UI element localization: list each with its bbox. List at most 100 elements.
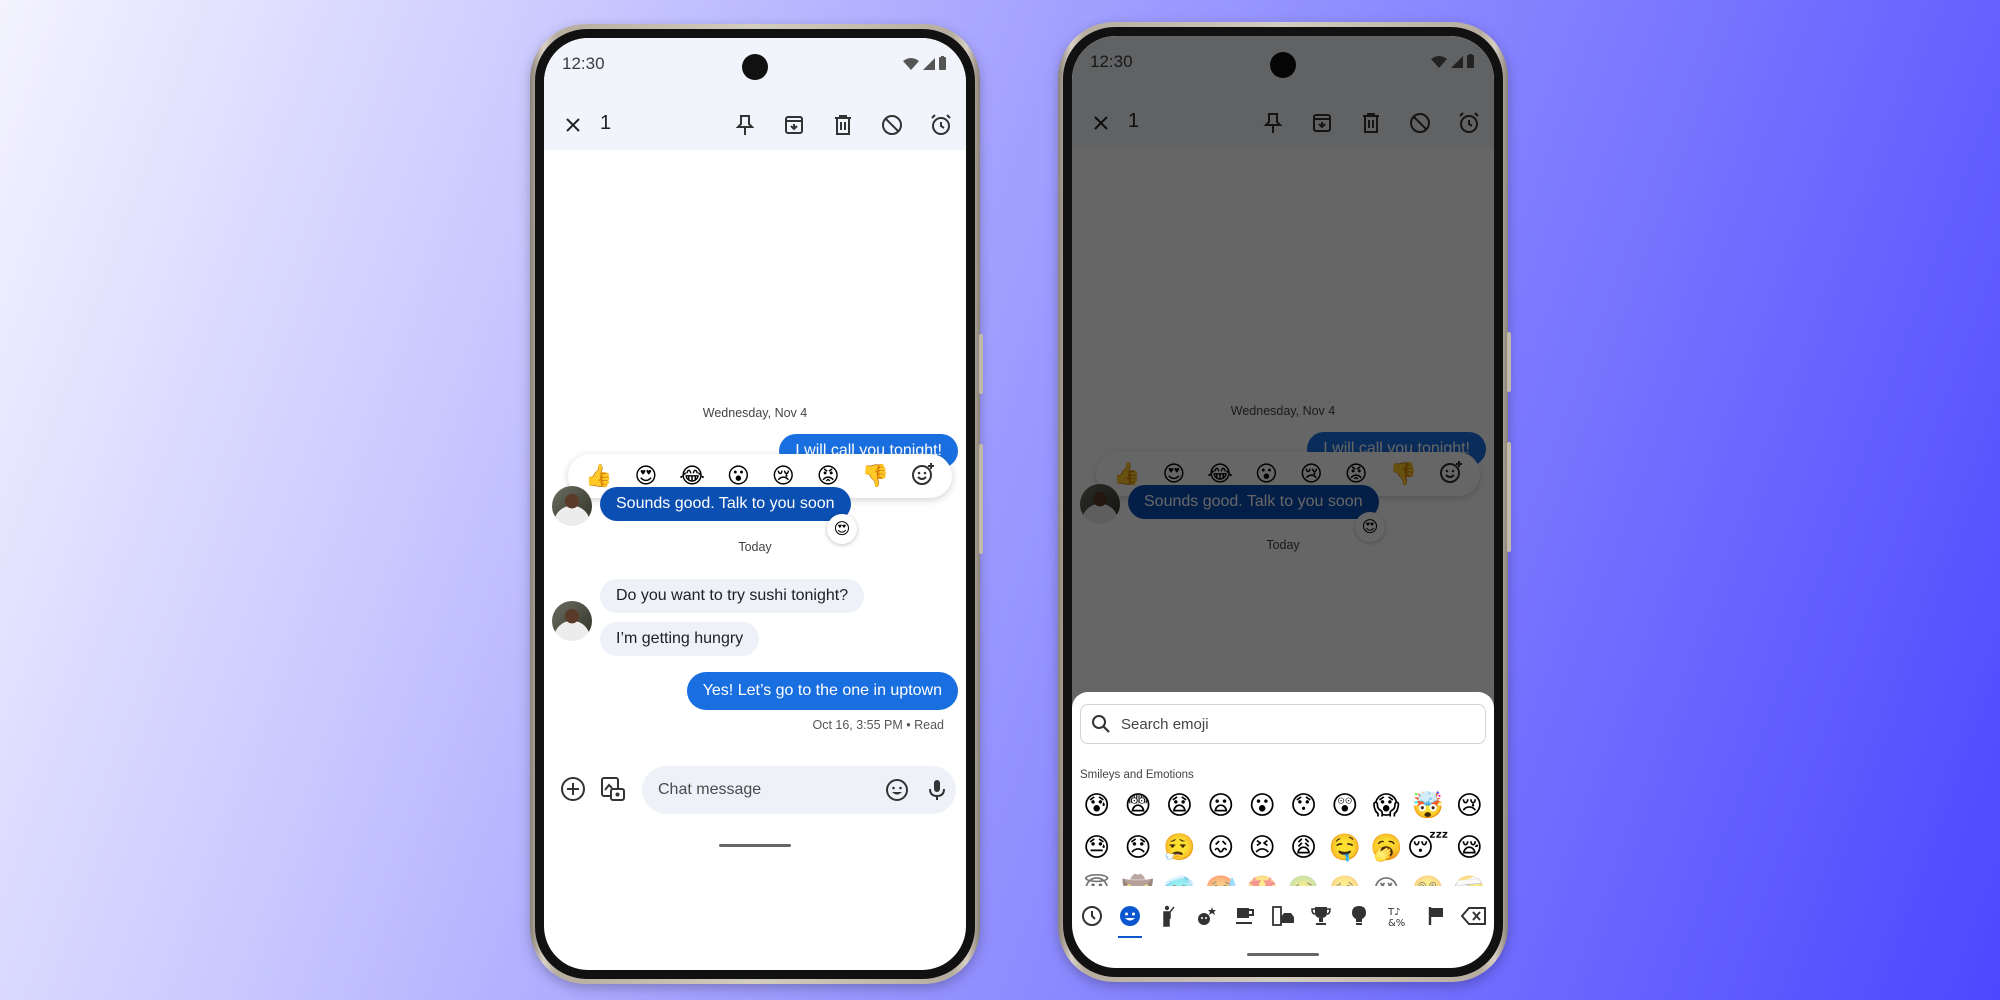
emoji-cell[interactable]: 😱 bbox=[1366, 788, 1407, 822]
emoji-cell[interactable]: 🤤 bbox=[1324, 830, 1365, 864]
emoji-cell[interactable]: 🥱 bbox=[1366, 830, 1407, 864]
coffee-cup-icon bbox=[1235, 908, 1254, 924]
clock-icon bbox=[1082, 906, 1102, 926]
date-separator: Today bbox=[738, 540, 772, 554]
tab-activities[interactable] bbox=[1305, 900, 1337, 932]
tab-people[interactable] bbox=[1152, 900, 1184, 932]
tab-flags[interactable] bbox=[1420, 900, 1452, 932]
gesture-nav-handle[interactable] bbox=[719, 844, 791, 847]
contact-avatar[interactable] bbox=[552, 486, 592, 526]
snooze-button[interactable] bbox=[926, 110, 956, 140]
emoji-cell[interactable]: 🤩 bbox=[1241, 872, 1282, 886]
message-status: Oct 16, 3:55 PM • Read bbox=[812, 718, 944, 732]
message-bubble-incoming[interactable]: Do you want to try sushi tonight? bbox=[600, 579, 865, 613]
emoji-cell[interactable]: 😦 bbox=[1200, 788, 1241, 822]
contact-avatar[interactable] bbox=[552, 601, 592, 641]
emoji-cell[interactable]: 🥶 bbox=[1159, 872, 1200, 886]
backspace-button[interactable] bbox=[1458, 900, 1490, 932]
pin-button[interactable] bbox=[730, 110, 760, 140]
emoji-cell[interactable]: 😵‍💫 bbox=[1407, 872, 1449, 886]
emoji-cell[interactable]: 😮‍💨 bbox=[1159, 830, 1200, 864]
add-emoji-icon bbox=[911, 463, 934, 485]
emoji-category-tabs: T♪ &% bbox=[1076, 896, 1490, 938]
add-reaction-button[interactable] bbox=[911, 462, 935, 490]
delete-button[interactable] bbox=[828, 110, 858, 140]
emoji-cell[interactable]: 🥴 bbox=[1324, 872, 1365, 886]
right-phone: 12:30 1 bbox=[1058, 22, 1511, 982]
emoji-button[interactable] bbox=[882, 775, 912, 805]
power-button bbox=[979, 334, 983, 394]
emoji-cell[interactable]: 😖 bbox=[1200, 830, 1241, 864]
emoji-search-field[interactable] bbox=[1080, 704, 1486, 744]
svg-text:T♪: T♪ bbox=[1387, 907, 1401, 918]
reaction-sad[interactable]: 😢 bbox=[772, 465, 795, 487]
composer bbox=[544, 766, 966, 826]
svg-text:&%: &% bbox=[1388, 918, 1405, 927]
tab-smileys[interactable] bbox=[1114, 900, 1146, 938]
tab-objects[interactable] bbox=[1343, 900, 1375, 932]
emoji-cell[interactable]: 😞 bbox=[1117, 830, 1158, 864]
signal-icon bbox=[923, 58, 935, 70]
block-button[interactable] bbox=[877, 110, 907, 140]
voice-button[interactable] bbox=[922, 775, 952, 805]
emoji-cell[interactable]: 😵 bbox=[1366, 872, 1407, 886]
emoji-cell[interactable]: 😨 bbox=[1117, 788, 1158, 822]
emoji-cell[interactable]: 🥵 bbox=[1200, 872, 1241, 886]
camera-cutout bbox=[742, 54, 768, 80]
flag-icon bbox=[1428, 907, 1443, 925]
close-icon bbox=[566, 118, 580, 132]
emoji-cell[interactable]: 😴 bbox=[1407, 830, 1449, 864]
emoji-cell[interactable]: 😪 bbox=[1449, 830, 1490, 864]
emoji-cell[interactable]: 🤢 bbox=[1283, 872, 1324, 886]
phone-bezel: 12:30 1 bbox=[1063, 27, 1503, 977]
close-selection-button[interactable] bbox=[560, 112, 586, 138]
message-bubble-incoming[interactable]: I’m getting hungry bbox=[600, 622, 760, 656]
reaction-thumbs-down[interactable]: 👎 bbox=[862, 465, 889, 487]
emoji-cell[interactable]: 😮 bbox=[1241, 788, 1282, 822]
emoji-cell[interactable]: 😯 bbox=[1283, 788, 1324, 822]
tab-recent[interactable] bbox=[1076, 900, 1108, 932]
emoji-search-input[interactable] bbox=[1121, 715, 1421, 733]
emoji-cell[interactable]: 😧 bbox=[1159, 788, 1200, 822]
emoji-cell[interactable]: 😩 bbox=[1283, 830, 1324, 864]
reaction-laugh[interactable]: 😂 bbox=[679, 465, 705, 487]
emoji-cell[interactable]: 😓 bbox=[1076, 830, 1117, 864]
toolbar-actions bbox=[730, 110, 956, 140]
search-icon bbox=[1092, 715, 1110, 733]
gallery-button[interactable] bbox=[598, 774, 628, 804]
emoji-picker-sheet: Smileys and Emotions 😰 😨 😧 😦 😮 😯 😲 😱 🤯 😢… bbox=[1072, 692, 1494, 968]
emoji-cell[interactable]: 🤠 bbox=[1117, 872, 1158, 886]
lightbulb-icon bbox=[1352, 906, 1367, 925]
archive-icon bbox=[785, 116, 803, 134]
emoji-cell[interactable]: 🤕 bbox=[1449, 872, 1490, 886]
reaction-surprised[interactable]: 😮 bbox=[727, 465, 750, 487]
emoji-cell[interactable]: 😢 bbox=[1449, 788, 1490, 822]
emoji-cell[interactable]: 🤯 bbox=[1407, 788, 1449, 822]
reaction-thumbs-up[interactable]: 👍 bbox=[585, 465, 612, 487]
selected-count: 1 bbox=[600, 112, 612, 134]
emoji-cell[interactable]: 😰 bbox=[1076, 788, 1117, 822]
tab-travel-places[interactable] bbox=[1267, 900, 1299, 932]
emoji-cell[interactable]: 😇 bbox=[1076, 872, 1117, 886]
volume-button bbox=[979, 444, 983, 554]
selection-toolbar: 1 bbox=[544, 100, 966, 150]
status-bar: 12:30 bbox=[544, 38, 966, 100]
archive-button[interactable] bbox=[779, 110, 809, 140]
reaction-angry[interactable]: 😡 bbox=[817, 465, 840, 487]
system-icons bbox=[903, 56, 946, 70]
message-bubble-outgoing[interactable]: Yes! Let’s go to the one in uptown bbox=[686, 672, 958, 710]
tab-food-drink[interactable] bbox=[1229, 900, 1261, 932]
emoji-cell[interactable]: 😲 bbox=[1324, 788, 1365, 822]
tab-animals-nature[interactable] bbox=[1191, 900, 1223, 932]
add-attachment-button[interactable] bbox=[558, 774, 588, 804]
phone-bezel: 12:30 1 bbox=[535, 29, 975, 979]
reaction-heart-eyes[interactable]: 😍 bbox=[634, 465, 657, 487]
message-bubble-selected[interactable]: Sounds good. Talk to you soon bbox=[600, 487, 851, 521]
right-screen: 12:30 1 bbox=[1072, 36, 1494, 968]
gesture-nav-handle[interactable] bbox=[1247, 953, 1319, 956]
emoji-cell[interactable]: 😣 bbox=[1241, 830, 1282, 864]
tab-symbols[interactable]: T♪ &% bbox=[1382, 900, 1414, 932]
alarm-clock-icon bbox=[931, 114, 951, 135]
building-car-icon bbox=[1272, 906, 1294, 926]
block-icon bbox=[882, 115, 902, 135]
